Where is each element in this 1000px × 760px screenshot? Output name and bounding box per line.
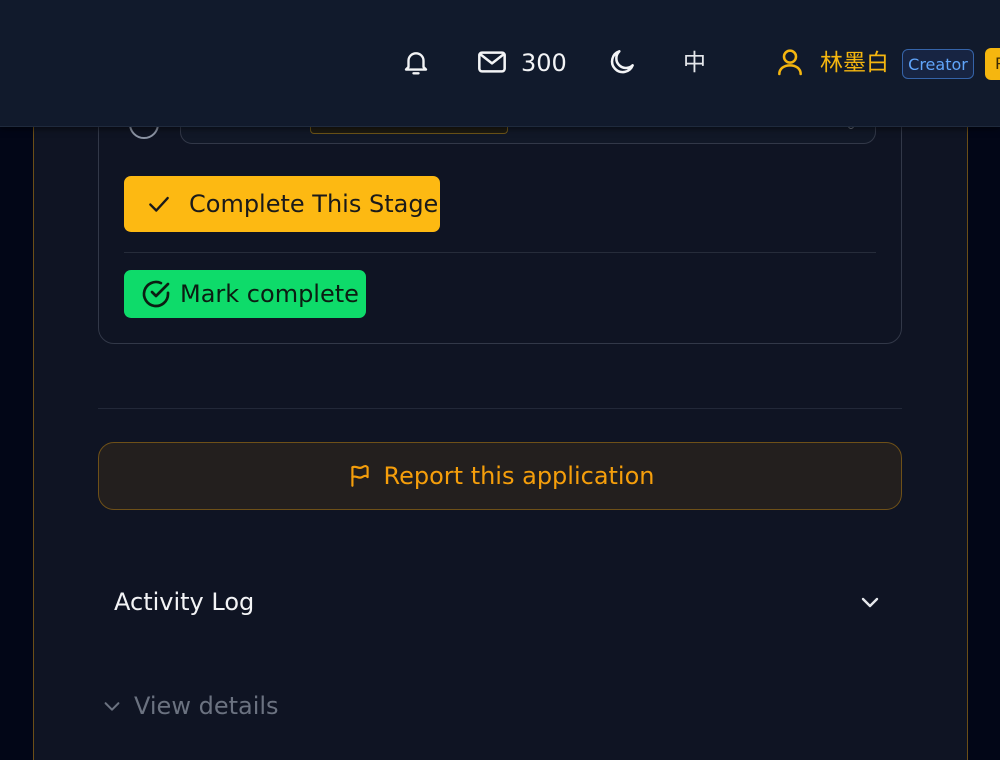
report-application-label: Report this application [383,462,655,490]
view-details-label: View details [134,692,279,720]
view-details-toggle[interactable]: View details [100,686,279,726]
top-header: 300 中 林墨白 Creator P [0,0,1000,127]
mark-complete-label: Mark complete [180,280,359,308]
username[interactable]: 林墨白 [820,46,889,80]
section-divider [98,408,902,409]
activity-log-title: Activity Log [114,588,255,616]
stage-card-divider [124,252,876,253]
check-circle-icon [140,278,172,310]
language-toggle[interactable]: 中 [683,46,706,80]
creator-badge: Creator [902,49,974,79]
mark-complete-button[interactable]: Mark complete [124,270,366,318]
mail-icon[interactable] [476,46,508,78]
chevron-down-icon [858,590,882,614]
moon-icon[interactable] [606,46,638,78]
activity-log-toggle[interactable]: Activity Log [98,570,902,634]
check-icon [145,190,173,218]
mail-count: 300 [521,49,567,77]
complete-stage-button[interactable]: Complete This Stage [124,176,440,232]
user-icon[interactable] [774,46,806,78]
flag-icon [346,462,374,490]
complete-stage-label: Complete This Stage [189,190,439,218]
role-badge: P [985,48,1000,80]
chevron-down-icon [100,694,124,718]
bell-icon[interactable] [400,46,432,78]
report-application-button[interactable]: Report this application [98,442,902,510]
